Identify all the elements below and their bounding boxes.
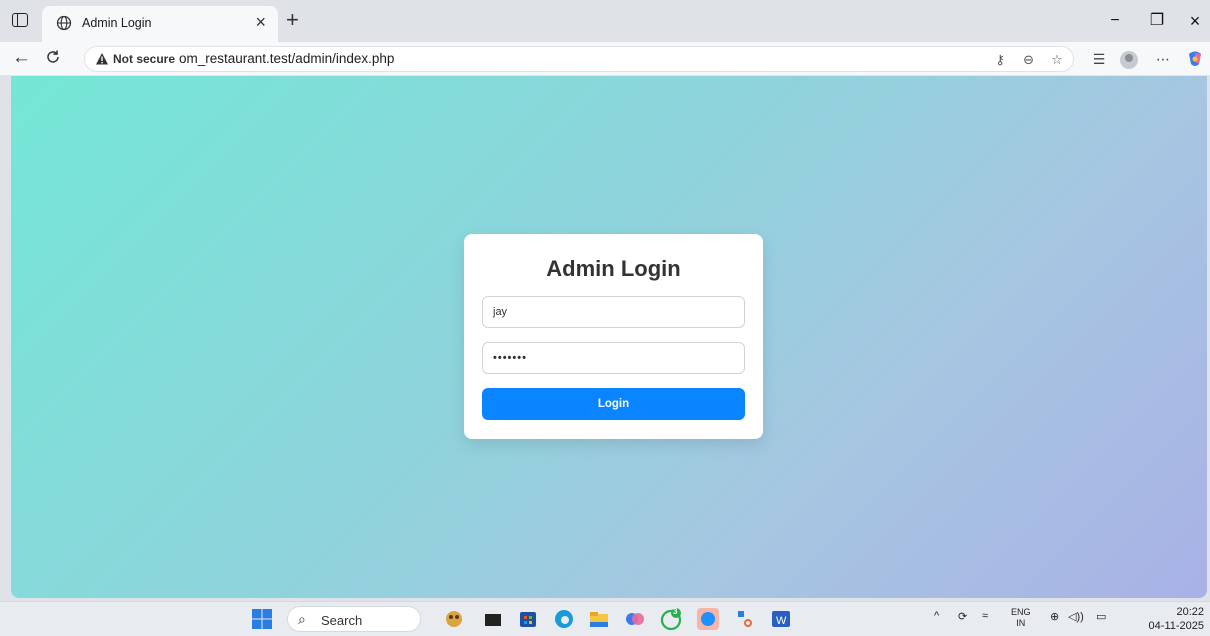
file-explorer-icon[interactable] xyxy=(588,608,610,630)
copilot-icon[interactable] xyxy=(624,608,646,630)
language-indicator[interactable]: ENG IN xyxy=(1011,607,1031,629)
windows-start-icon[interactable] xyxy=(251,608,273,630)
snipping-tool-icon[interactable] xyxy=(733,608,755,630)
network-off-icon[interactable]: ≈ xyxy=(982,610,988,622)
zoom-icon[interactable]: ⊖ xyxy=(1017,50,1041,70)
taskbar-search[interactable]: ⌕ Search xyxy=(287,606,421,632)
browser-tab-strip: Admin Login × + − ❐ × xyxy=(0,0,1210,42)
tab-actions-icon[interactable] xyxy=(12,13,28,27)
more-icon[interactable]: ⋯ xyxy=(1152,49,1174,69)
warning-icon[interactable] xyxy=(95,52,109,66)
password-input[interactable]: ••••••• xyxy=(482,342,745,374)
globe-icon xyxy=(56,15,72,31)
login-button[interactable]: Login xyxy=(482,388,745,420)
favorites-bar-icon[interactable]: ☰ xyxy=(1088,49,1110,69)
language-code: ENG xyxy=(1011,607,1031,617)
search-label: Search xyxy=(321,613,363,628)
whatsapp-badge: 3 xyxy=(673,607,678,616)
window-restore-button[interactable]: ❐ xyxy=(1142,10,1172,32)
app-icon[interactable] xyxy=(697,608,719,630)
sync-icon[interactable]: ⟳ xyxy=(958,610,967,623)
url-text[interactable]: om_restaurant.test/admin/index.php xyxy=(179,51,394,66)
clock-time: 20:22 xyxy=(1176,606,1204,618)
browser-tab[interactable]: Admin Login × xyxy=(42,6,278,42)
search-icon: ⌕ xyxy=(298,611,306,627)
copilot-icon[interactable] xyxy=(1186,50,1204,68)
battery-icon[interactable]: ▭ xyxy=(1096,610,1106,623)
chevron-up-icon[interactable]: ^ xyxy=(934,610,939,622)
page-content: Admin Login jay ••••••• Login xyxy=(11,76,1207,598)
favorite-icon[interactable]: ☆ xyxy=(1045,50,1069,70)
svg-text:W: W xyxy=(776,615,787,627)
edge-icon[interactable] xyxy=(553,608,575,630)
window-close-button[interactable]: × xyxy=(1180,10,1210,32)
task-view-icon[interactable] xyxy=(482,608,504,630)
weather-icon[interactable] xyxy=(443,608,465,630)
address-bar-icons: ⚷ ⊖ ☆ xyxy=(988,50,1069,70)
close-tab-icon[interactable]: × xyxy=(255,11,266,33)
system-clock[interactable]: 20:22 04-11-2025 xyxy=(1140,605,1204,633)
word-icon[interactable]: W xyxy=(770,608,792,630)
browser-toolbar: ← Not secure om_restaurant.test/admin/in… xyxy=(0,42,1210,76)
key-icon[interactable]: ⚷ xyxy=(988,50,1012,70)
login-title: Admin Login xyxy=(546,256,681,281)
new-tab-button[interactable]: + xyxy=(286,6,299,34)
tab-title: Admin Login xyxy=(82,16,152,30)
profile-avatar[interactable] xyxy=(1120,51,1138,69)
username-input[interactable]: jay xyxy=(482,296,745,328)
region-code: IN xyxy=(1016,618,1026,628)
volume-icon[interactable]: ◁)) xyxy=(1068,610,1084,623)
back-icon[interactable]: ← xyxy=(12,47,31,69)
reload-icon[interactable] xyxy=(44,48,62,66)
security-label[interactable]: Not secure xyxy=(113,52,175,66)
globe-icon[interactable]: ⊕ xyxy=(1050,610,1059,623)
clock-date: 04-11-2025 xyxy=(1148,620,1204,632)
store-icon[interactable] xyxy=(517,608,539,630)
whatsapp-icon[interactable]: 3 xyxy=(660,607,682,631)
address-bar[interactable]: Not secure om_restaurant.test/admin/inde… xyxy=(84,46,1074,72)
windows-taskbar: ⌕ Search 3 W ^ ⟳ ≈ ENG IN ⊕ ◁)) ▭ 20:22 … xyxy=(0,601,1210,636)
whatsapp-logo-icon xyxy=(660,608,682,631)
window-minimize-button[interactable]: − xyxy=(1100,10,1130,32)
login-card: Admin Login jay ••••••• Login xyxy=(464,234,763,439)
